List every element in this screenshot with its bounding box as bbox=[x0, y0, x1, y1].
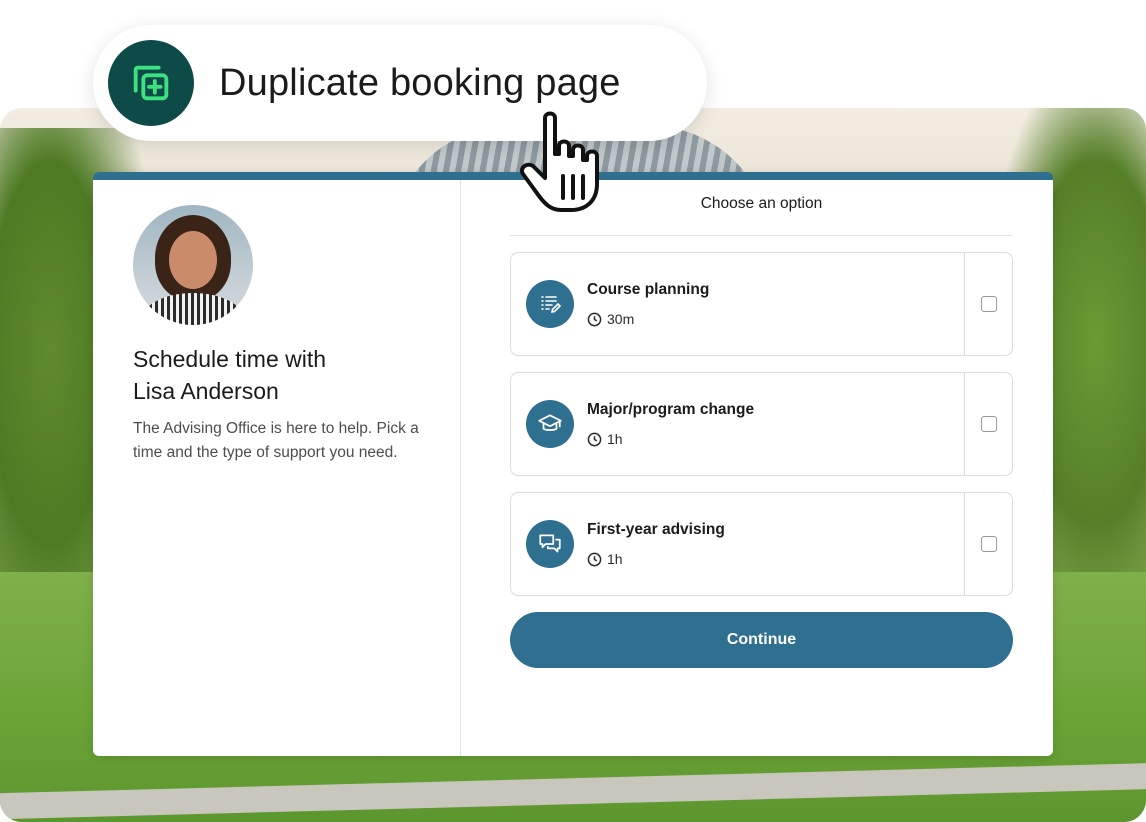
option-check-cell[interactable] bbox=[964, 253, 1012, 355]
option-checkbox[interactable] bbox=[980, 536, 997, 552]
option-course-planning[interactable]: Course planning 30m bbox=[510, 252, 1013, 356]
checklist-edit-icon bbox=[526, 280, 574, 328]
host-title-line2: Lisa Anderson bbox=[133, 378, 279, 404]
option-checkbox[interactable] bbox=[980, 296, 997, 312]
option-first-year-advising[interactable]: First-year advising 1h bbox=[510, 492, 1013, 596]
booking-card: Schedule time with Lisa Anderson The Adv… bbox=[93, 172, 1053, 756]
chat-bubbles-icon bbox=[526, 520, 574, 568]
options-panel: Choose an option Course planning 30m Maj… bbox=[510, 180, 1013, 756]
option-list: Course planning 30m Major/program change… bbox=[510, 252, 1013, 596]
host-title-line1: Schedule time with bbox=[133, 346, 327, 372]
hand-pointer-cursor-icon bbox=[520, 111, 599, 212]
continue-button[interactable]: Continue bbox=[510, 612, 1013, 668]
duplicate-plus-icon bbox=[108, 40, 194, 126]
option-duration-value: 30m bbox=[607, 311, 635, 327]
host-title: Schedule time with Lisa Anderson bbox=[133, 343, 420, 407]
option-duration-value: 1h bbox=[607, 431, 623, 447]
option-check-cell[interactable] bbox=[964, 493, 1012, 595]
option-title: First-year advising bbox=[587, 521, 725, 538]
duplicate-booking-page-label: Duplicate booking page bbox=[219, 61, 621, 104]
clock-icon bbox=[587, 432, 602, 446]
graduation-cap-icon bbox=[526, 400, 574, 448]
option-check-cell[interactable] bbox=[964, 373, 1012, 475]
option-major-program-change[interactable]: Major/program change 1h bbox=[510, 372, 1013, 476]
option-checkbox[interactable] bbox=[980, 416, 997, 432]
host-description: The Advising Office is here to help. Pic… bbox=[133, 420, 419, 461]
option-title: Course planning bbox=[587, 281, 710, 298]
option-duration: 1h bbox=[587, 551, 623, 567]
clock-icon bbox=[587, 312, 602, 326]
clock-icon bbox=[587, 552, 602, 566]
host-avatar bbox=[133, 205, 253, 325]
option-duration: 30m bbox=[587, 311, 634, 327]
option-duration: 1h bbox=[587, 431, 623, 447]
option-title: Major/program change bbox=[587, 401, 755, 418]
host-panel: Schedule time with Lisa Anderson The Adv… bbox=[93, 180, 461, 756]
option-duration-value: 1h bbox=[607, 551, 623, 567]
